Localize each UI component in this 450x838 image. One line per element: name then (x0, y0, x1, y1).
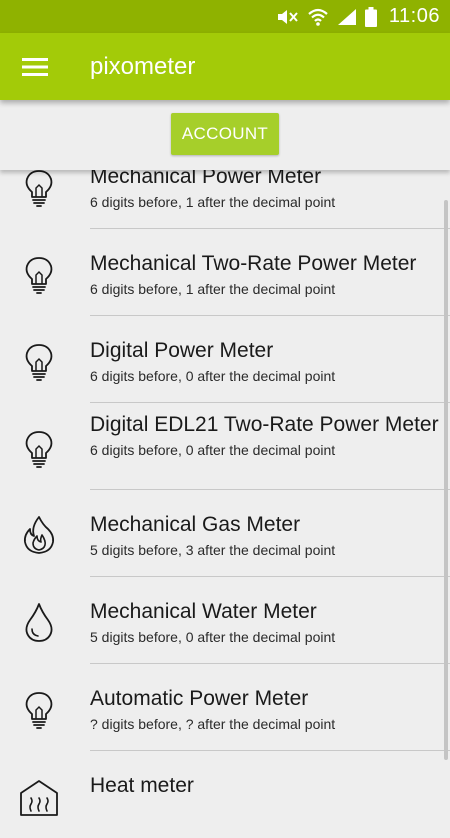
water-drop-icon (18, 601, 60, 643)
app-title: pixometer (90, 52, 196, 80)
meter-item-automatic-power[interactable]: Automatic Power Meter ? digits before, ?… (0, 664, 450, 751)
app-bar: pixometer (0, 33, 450, 100)
bulb-icon (18, 688, 60, 730)
bulb-icon (18, 166, 60, 208)
meter-description: 5 digits before, 0 after the decimal poi… (90, 629, 336, 645)
meter-name: Heat meter (90, 774, 194, 797)
hamburger-menu-icon (22, 57, 48, 76)
battery-icon (364, 6, 377, 27)
bulb-icon (18, 427, 60, 469)
meter-item-mechanical-water[interactable]: Mechanical Water Meter 5 digits before, … (0, 577, 450, 664)
meter-name: Mechanical Water Meter (90, 600, 317, 623)
meter-item-digital-power[interactable]: Digital Power Meter 6 digits before, 0 a… (0, 316, 450, 403)
meter-item-heat[interactable]: Heat meter (0, 751, 450, 838)
meter-name: Automatic Power Meter (90, 687, 309, 710)
flame-icon (18, 514, 60, 556)
meter-list: Mechanical Power Meter 6 digits before, … (0, 142, 450, 838)
meter-item-mechanical-gas[interactable]: Mechanical Gas Meter 5 digits before, 3 … (0, 490, 450, 577)
mute-icon (275, 8, 299, 26)
status-time: 11:06 (388, 5, 440, 27)
meter-description: 5 digits before, 3 after the decimal poi… (90, 542, 336, 558)
meter-description: 6 digits before, 0 after the decimal poi… (90, 442, 336, 458)
menu-button[interactable] (0, 33, 70, 100)
meter-description: 6 digits before, 1 after the decimal poi… (90, 194, 336, 210)
meter-description: 6 digits before, 1 after the decimal poi… (90, 281, 336, 297)
meter-name: Mechanical Gas Meter (90, 513, 301, 536)
account-button[interactable]: ACCOUNT (171, 113, 279, 155)
meter-name: Mechanical Two-Rate Power Meter (90, 252, 417, 275)
meter-name: Digital EDL21 Two-Rate Power Meter (90, 413, 439, 436)
status-bar: 11:06 (0, 0, 450, 33)
heat-icon (18, 775, 60, 817)
signal-icon (337, 8, 357, 26)
meter-item-digital-edl21-two-rate-power[interactable]: Digital EDL21 Two-Rate Power Meter 6 dig… (0, 403, 450, 490)
meter-name: Digital Power Meter (90, 339, 274, 362)
meter-description: 6 digits before, 0 after the decimal poi… (90, 368, 336, 384)
scrollbar[interactable] (444, 200, 448, 760)
meter-item-mechanical-two-rate-power[interactable]: Mechanical Two-Rate Power Meter 6 digits… (0, 229, 450, 316)
account-area: ACCOUNT (0, 100, 450, 170)
wifi-icon (307, 7, 329, 27)
bulb-icon (18, 253, 60, 295)
meter-description: ? digits before, ? after the decimal poi… (90, 716, 336, 732)
bulb-icon (18, 340, 60, 382)
